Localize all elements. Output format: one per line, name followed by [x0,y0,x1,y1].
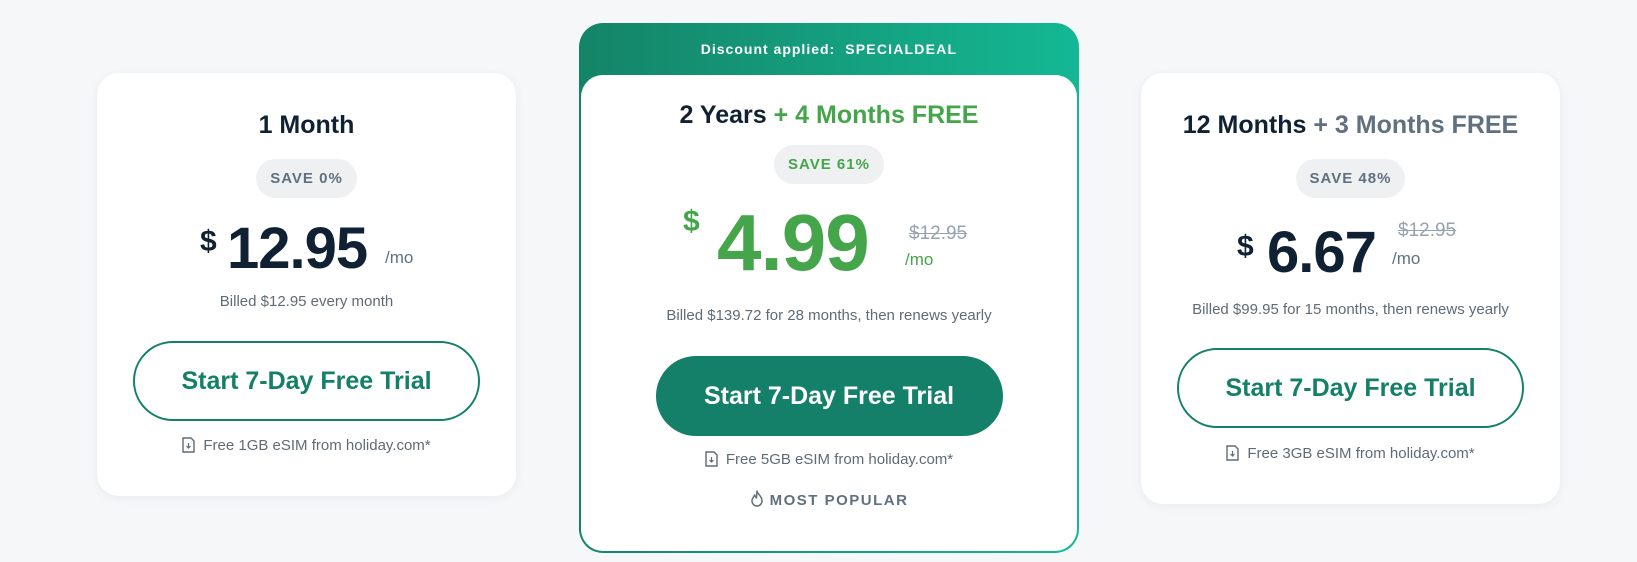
esim-text: Free 3GB eSIM from holiday.com* [1247,445,1475,462]
currency-symbol: $ [1237,230,1254,263]
esim-text: Free 5GB eSIM from holiday.com* [725,451,954,468]
plan-title: 2 Years + 4 Months FREE [581,101,1077,130]
original-price: $12.95 [909,223,968,244]
plan-card-body: 2 Years + 4 Months FREE SAVE 61% $ 4.99 … [581,75,1077,551]
fire-icon [750,490,764,511]
most-popular-label: MOST POPULAR [581,490,1077,511]
price-row: $ 4.99 $12.95 /mo [581,197,1077,297]
price-period: /mo [905,250,934,269]
plan-title-text: 1 Month [258,111,355,139]
esim-text: Free 1GB eSIM from holiday.com* [203,437,431,454]
discount-banner: Discount applied: SPECIALDEAL [579,23,1079,75]
plan-title: 1 Month [97,111,516,140]
plan-title-text: 12 Months [1182,111,1307,139]
most-popular-text: MOST POPULAR [769,492,909,509]
plan-card-12-months: 12 Months + 3 Months FREE SAVE 48% $ 6.6… [1141,73,1560,504]
save-badge: SAVE 48% [1295,159,1406,198]
currency-symbol: $ [200,225,217,258]
price-row: $ 12.95 /mo [97,215,516,295]
billing-note: Billed $139.72 for 28 months, then renew… [666,307,992,324]
start-trial-button[interactable]: Start 7-Day Free Trial [655,356,1003,436]
start-trial-button[interactable]: Start 7-Day Free Trial [133,341,480,421]
save-badge: SAVE 61% [774,145,884,184]
esim-offer: Free 1GB eSIM from holiday.com* [97,437,516,457]
esim-offer: Free 3GB eSIM from holiday.com* [1141,445,1560,465]
price-amount: 4.99 [717,198,870,287]
billing-note: Billed $99.95 for 15 months, then renews… [1192,301,1509,318]
plan-bonus-text: + 3 Months FREE [1313,111,1519,139]
sim-card-icon [182,437,196,457]
price-period: /mo [385,248,414,267]
esim-offer: Free 5GB eSIM from holiday.com* [581,451,1077,471]
plan-title: 12 Months + 3 Months FREE [1141,111,1560,140]
discount-code: SPECIALDEAL [845,41,958,57]
original-price: $12.95 [1398,220,1457,241]
start-trial-button[interactable]: Start 7-Day Free Trial [1177,348,1524,428]
sim-card-icon [1226,445,1240,465]
plan-title-text: 2 Years [679,101,767,129]
pricing-section: 1 Month SAVE 0% $ 12.95 /mo Billed $12.9… [0,0,1637,562]
price-row: $ 6.67 $12.95 /mo [1141,218,1560,298]
plan-card-2-years: Discount applied: SPECIALDEAL 2 Years + 4… [579,23,1079,553]
plan-card-1-month: 1 Month SAVE 0% $ 12.95 /mo Billed $12.9… [97,73,516,496]
price-period: /mo [1392,249,1421,268]
sim-card-icon [705,451,718,471]
currency-symbol: $ [683,205,700,238]
discount-label: Discount applied: [700,41,836,57]
price-amount: 6.67 [1267,220,1377,285]
price-amount: 12.95 [227,216,368,281]
billing-note: Billed $12.95 every month [219,293,394,310]
plan-bonus-text: + 4 Months FREE [773,101,979,129]
save-badge: SAVE 0% [256,159,357,198]
